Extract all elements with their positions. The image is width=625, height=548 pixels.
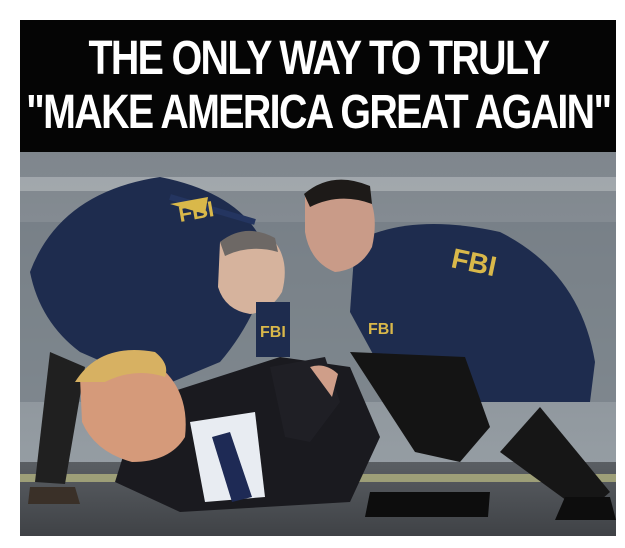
meme-photo: FBI FBI FBI FBI [20,152,616,536]
meme-image: THE ONLY WAY TO TRULY "MAKE AMERICA GREA… [20,20,616,536]
agent-right-chest-lettering: FBI [368,321,394,338]
photo-illustration: FBI FBI FBI FBI [20,152,616,536]
caption-line-2: "MAKE AMERICA GREAT AGAIN" [25,86,612,139]
caption-line-1: THE ONLY WAY TO TRULY [88,32,550,85]
meme-caption: THE ONLY WAY TO TRULY "MAKE AMERICA GREA… [20,20,616,152]
agent-left-chest-lettering: FBI [260,324,286,341]
